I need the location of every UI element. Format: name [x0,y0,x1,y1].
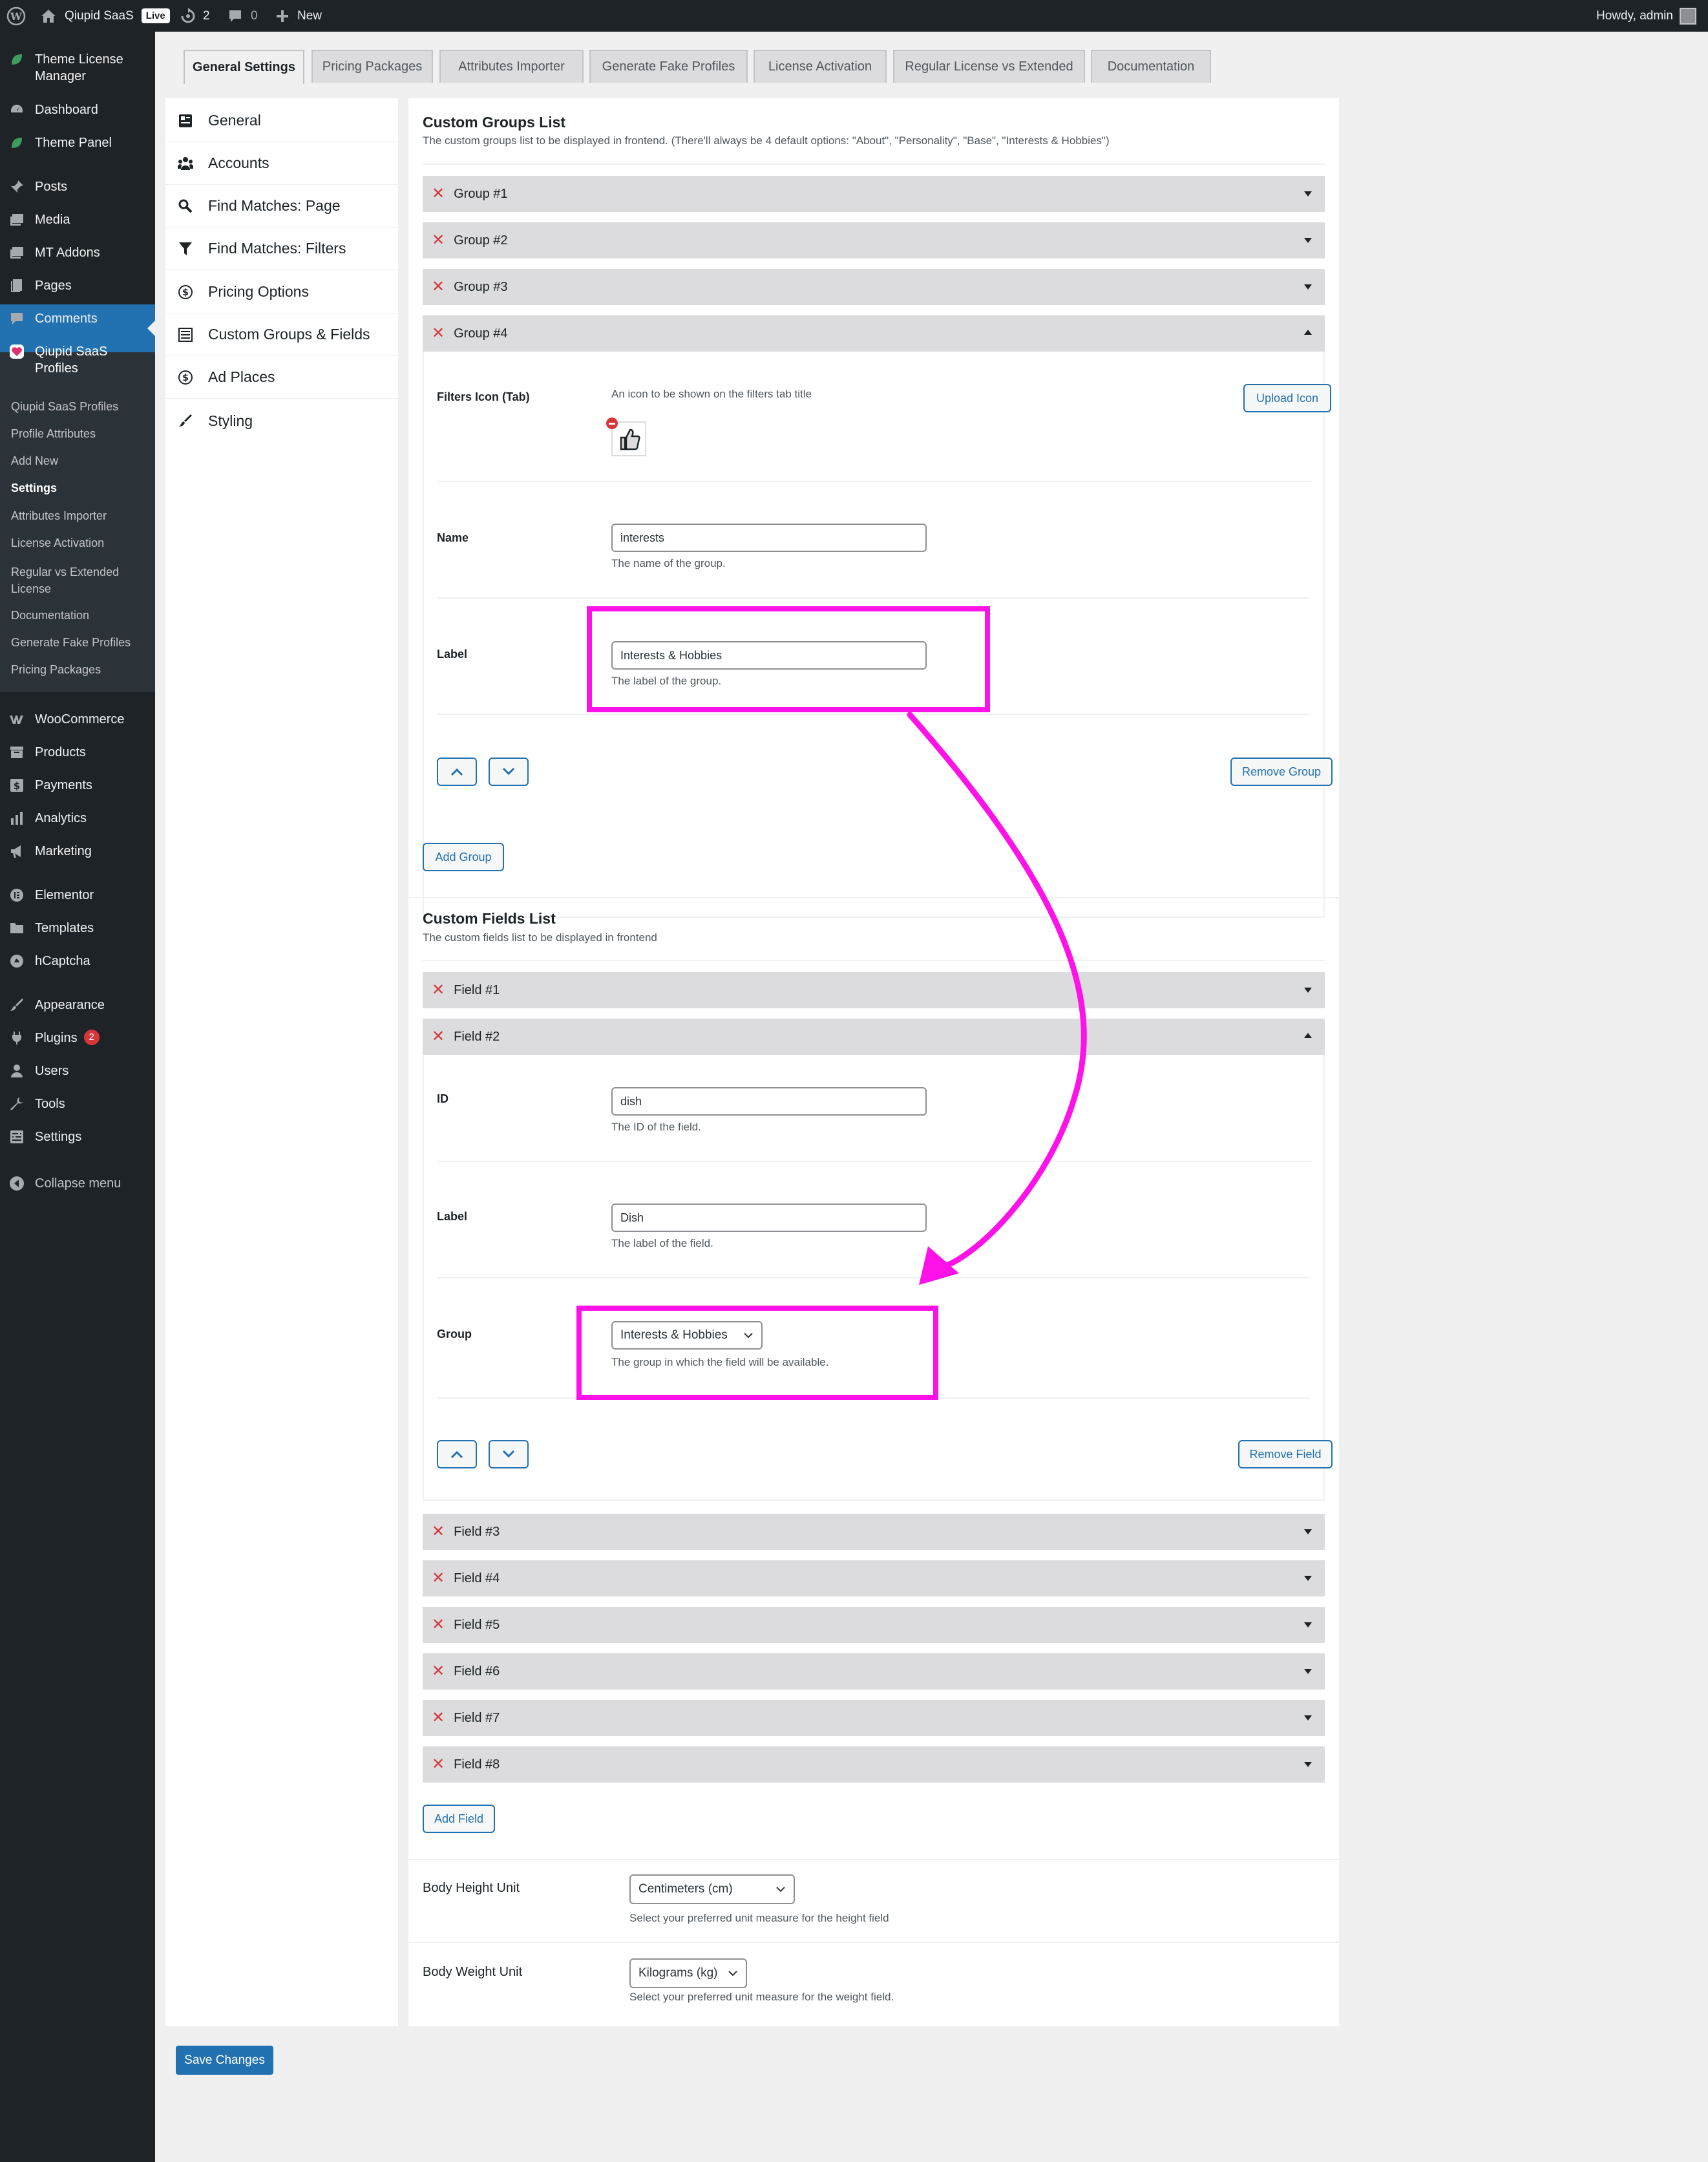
annotation-arrow [907,712,1087,1285]
